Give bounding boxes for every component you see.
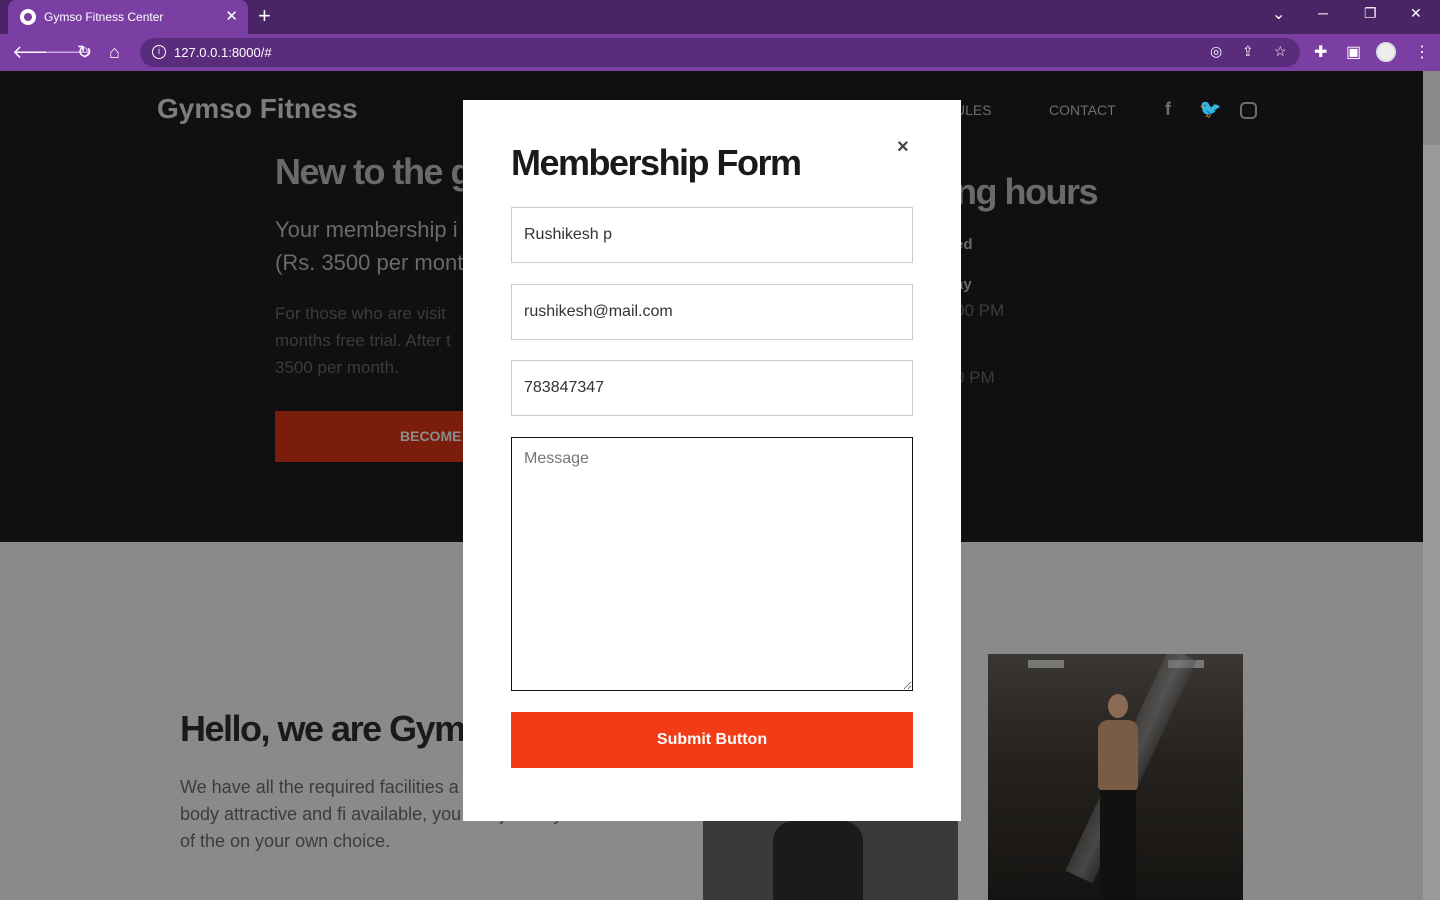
bookmark-star-icon[interactable]: ☆ <box>1274 43 1287 60</box>
hero-paragraph-line: For those who are visit <box>275 304 447 323</box>
phone-field[interactable] <box>511 360 913 416</box>
hero-heading: New to the g <box>275 151 473 192</box>
athlete-torso <box>1098 720 1138 790</box>
hero-subtitle-line: (Rs. 3500 per mont <box>275 250 464 275</box>
extensions-icon[interactable]: ✚ <box>1314 42 1327 62</box>
tab-close-icon[interactable]: ✕ <box>225 7 238 25</box>
address-bar[interactable]: i 127.0.0.1:8000/# ◎ ⇪ ☆ <box>140 38 1300 67</box>
site-favicon-icon <box>20 9 36 25</box>
side-panel-icon[interactable]: ▣ <box>1346 42 1361 62</box>
window-close-button[interactable]: ✕ <box>1410 5 1422 22</box>
gym-photo-athlete <box>988 654 1243 900</box>
hours-time: 00 PM <box>955 301 1005 320</box>
hero-paragraph: For those who are visit months free tria… <box>275 300 451 381</box>
ceiling-light <box>1028 660 1064 668</box>
url-text[interactable]: 127.0.0.1:8000/# <box>174 45 272 60</box>
tab-title: Gymso Fitness Center <box>44 10 164 24</box>
profile-avatar[interactable] <box>1376 42 1396 62</box>
site-info-icon[interactable]: i <box>152 45 166 59</box>
new-tab-button[interactable]: + <box>258 4 271 28</box>
share-icon[interactable]: ⇪ <box>1242 43 1254 60</box>
browser-tab-strip: Gymso Fitness Center ✕ + ⌄ ─ ❐ ✕ <box>0 0 1440 34</box>
working-hours-heading: ng hours <box>955 171 1098 212</box>
facebook-icon[interactable]: f <box>1165 99 1171 120</box>
hero-paragraph-line: months free trial. After t <box>275 331 451 350</box>
about-heading: Hello, we are Gym <box>180 708 466 749</box>
browser-tab[interactable]: Gymso Fitness Center ✕ <box>8 0 248 34</box>
membership-modal: Membership Form × Submit Button <box>463 100 961 821</box>
become-member-button[interactable]: BECOME <box>275 411 495 462</box>
tab-search-icon[interactable]: ⌄ <box>1272 4 1285 24</box>
name-field[interactable] <box>511 207 913 263</box>
submit-button[interactable]: Submit Button <box>511 712 913 768</box>
gym-photo-trainer <box>703 821 958 900</box>
hero-subtitle-line: Your membership i <box>275 217 458 242</box>
minimize-button[interactable]: ─ <box>1318 5 1328 21</box>
restore-button[interactable]: ❐ <box>1364 5 1377 22</box>
modal-title: Membership Form <box>511 142 802 183</box>
modal-close-icon[interactable]: × <box>897 136 909 159</box>
athlete-figure <box>1096 694 1140 900</box>
browser-toolbar: 🡐 🡒 ↻ ⌂ i 127.0.0.1:8000/# ◎ ⇪ ☆ ✚ ▣ ⋮ <box>0 34 1440 71</box>
tracking-eye-icon[interactable]: ◎ <box>1210 43 1222 60</box>
reload-icon[interactable]: ↻ <box>77 41 92 63</box>
twitter-icon[interactable]: 🐦 <box>1199 99 1221 120</box>
email-field[interactable] <box>511 284 913 340</box>
athlete-legs <box>1100 790 1136 900</box>
hero-paragraph-line: 3500 per month. <box>275 358 399 377</box>
page-scrollbar[interactable] <box>1423 145 1440 900</box>
instagram-icon[interactable] <box>1240 102 1257 119</box>
home-icon[interactable]: ⌂ <box>109 41 120 63</box>
hero-subtitle: Your membership i (Rs. 3500 per mont <box>275 213 463 279</box>
message-field[interactable] <box>511 437 913 691</box>
menu-kebab-icon[interactable]: ⋮ <box>1414 42 1430 62</box>
nav-contact[interactable]: CONTACT <box>1049 102 1116 118</box>
athlete-head <box>1108 694 1128 718</box>
site-brand[interactable]: Gymso Fitness <box>157 93 358 125</box>
